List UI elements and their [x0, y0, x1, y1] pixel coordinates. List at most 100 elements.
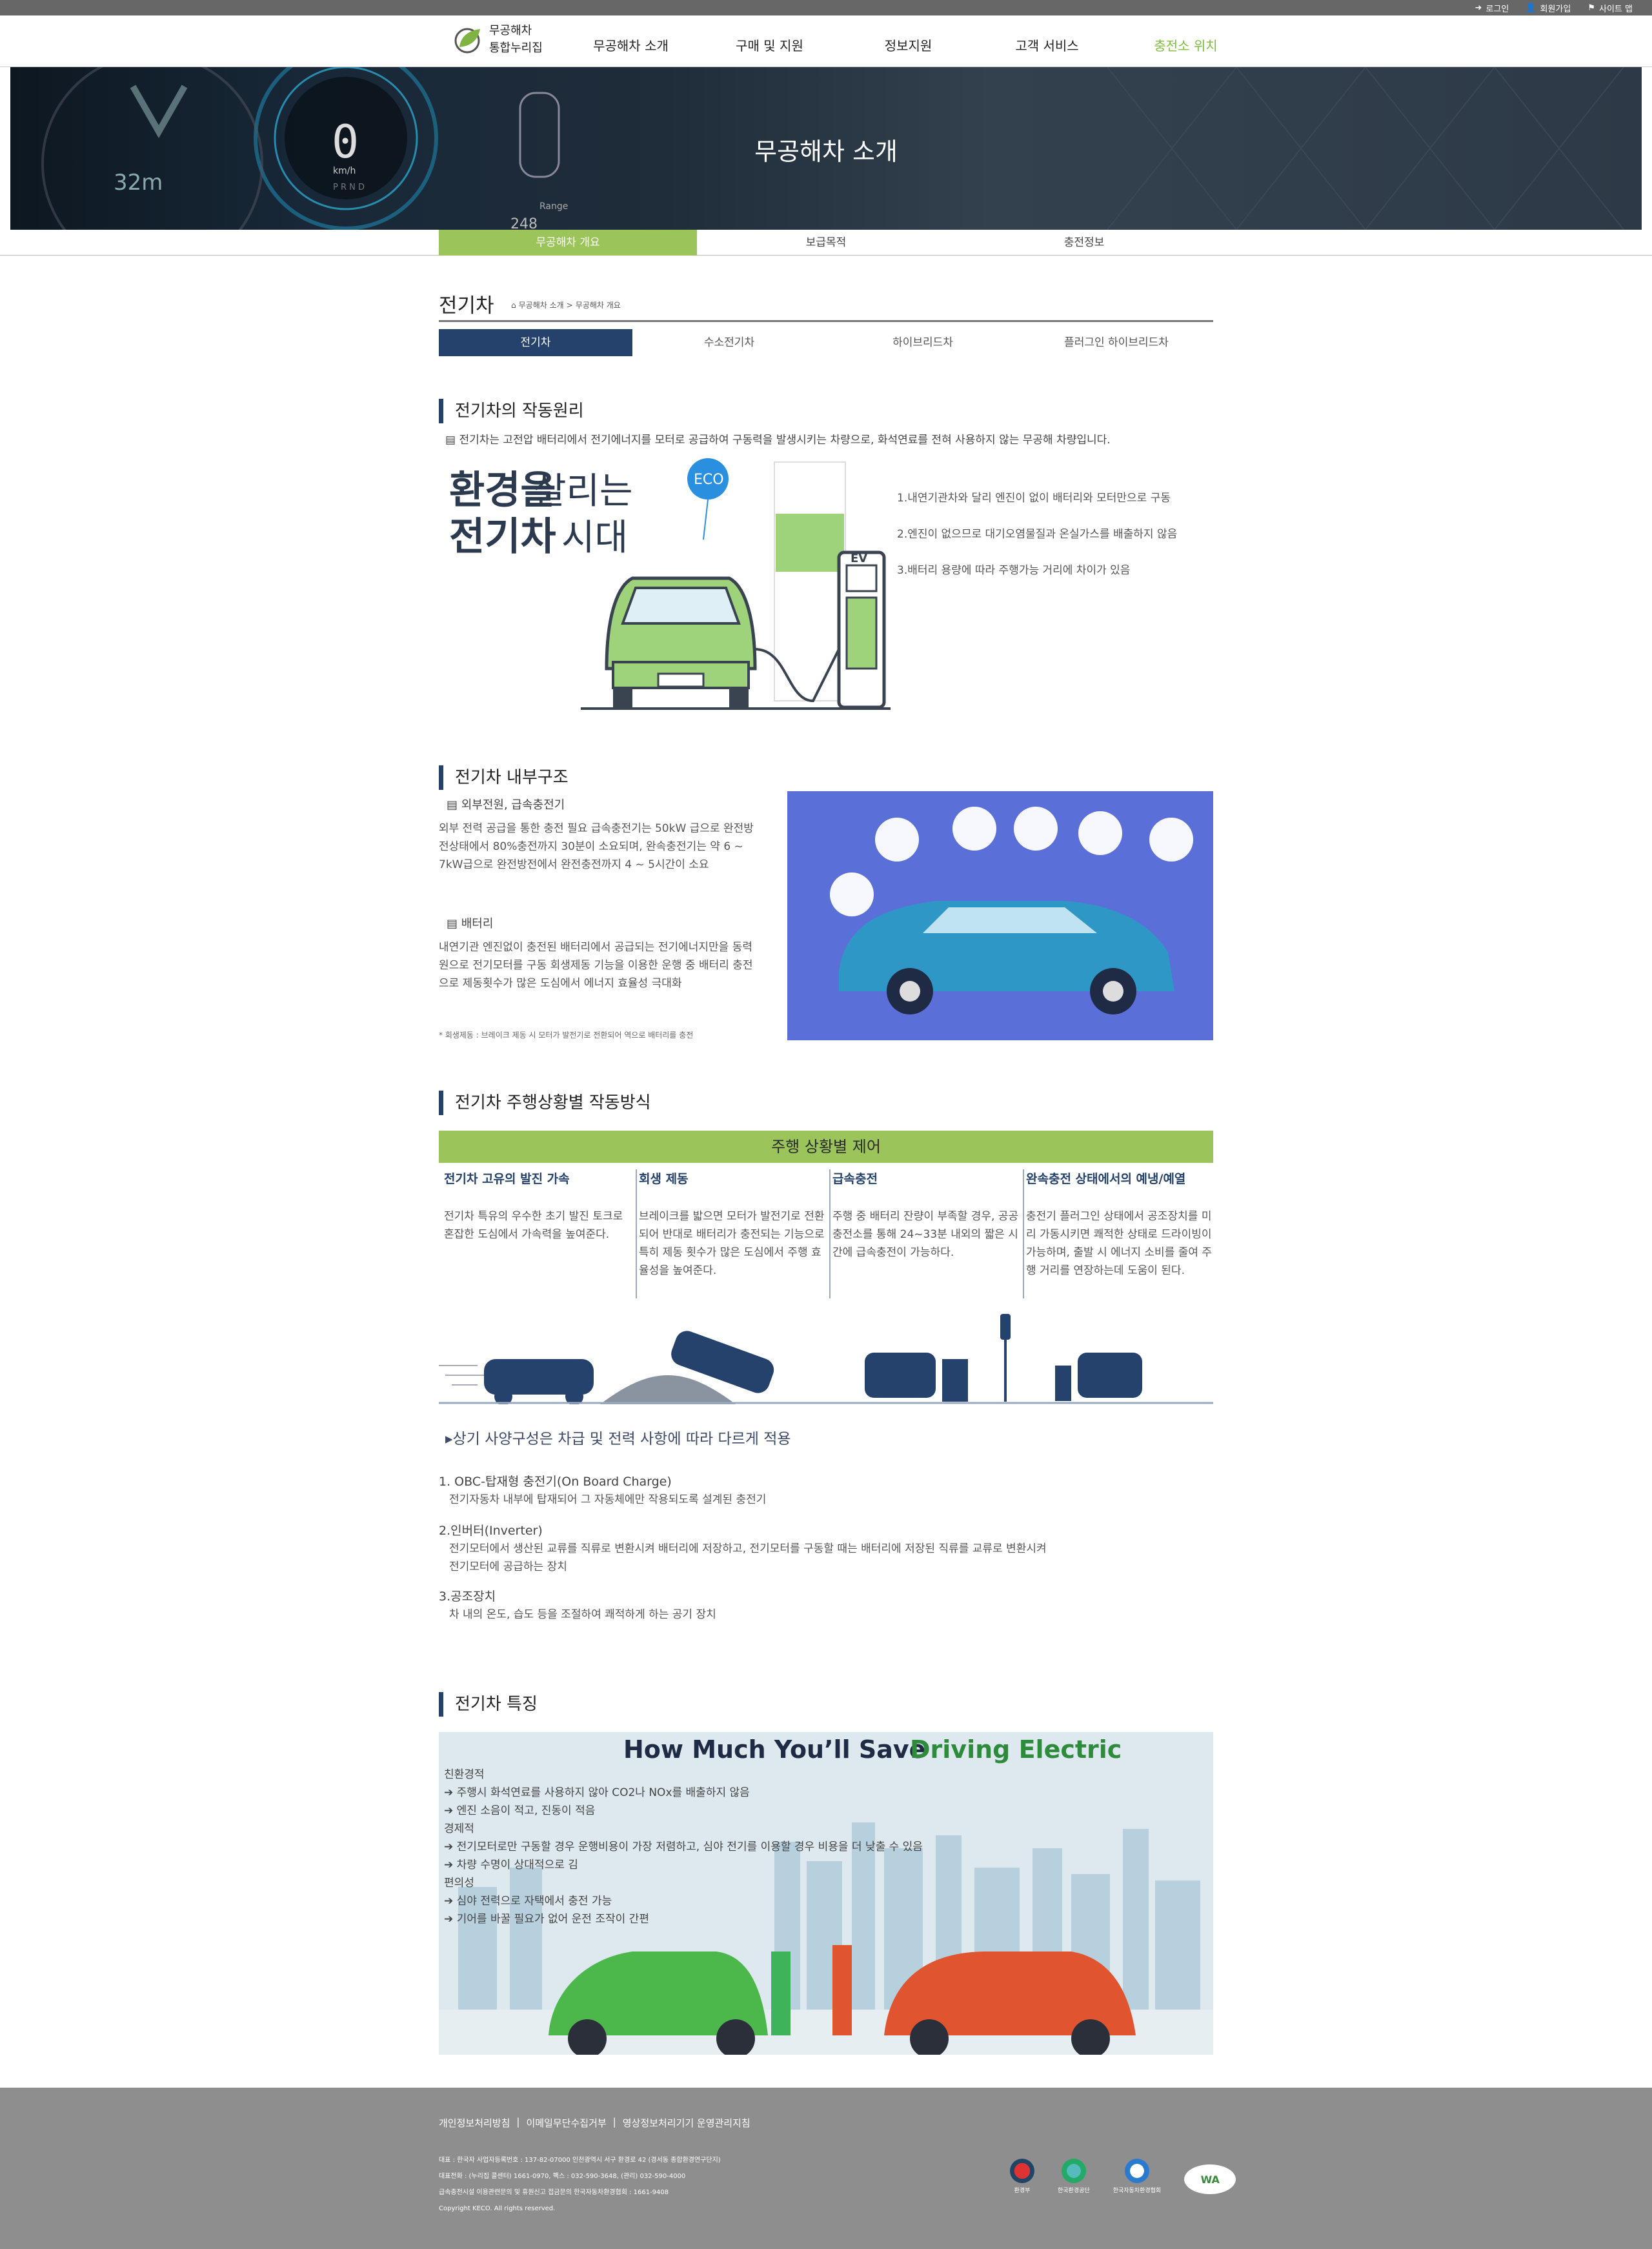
tab-hydrogen[interactable]: 수소전기차 — [632, 329, 826, 356]
site-logo[interactable]: 무공해차 통합누리집 — [452, 22, 543, 57]
driving-control-bar: 주행 상황별 제어 — [439, 1131, 1213, 1163]
list-item: ➔ 엔진 소음이 적고, 진동이 적음 — [444, 1804, 596, 1817]
column-divider — [1023, 1169, 1024, 1298]
hero-title: 무공해차 소개 — [754, 137, 898, 166]
driving-scenes-illustration — [439, 1314, 1213, 1404]
arrow-circle-icon: ➔ — [444, 1859, 454, 1871]
cctv-policy-link[interactable]: 영상정보처리기기 운영관리지침 — [623, 2116, 750, 2130]
feature-group-title: 편의성 — [444, 1877, 474, 1890]
flag-icon: ⚑ — [1587, 3, 1596, 13]
svg-text:Range: Range — [539, 201, 568, 212]
home-icon[interactable]: ⌂ — [511, 301, 516, 310]
section-title-features: 전기차 특징 — [439, 1692, 538, 1717]
top-utility-bar: ➜ 로그인 👤 회원가입 ⚑ 사이트 맵 — [0, 0, 1652, 15]
list-item: ➔ 주행시 화석연료를 사용하지 않아 CO2나 NOx를 배출하지 않음 — [444, 1786, 750, 1799]
sub-nav: 무공해차 개요 보급목적 충전정보 — [0, 230, 1652, 256]
breadcrumb-item[interactable]: 무공해차 소개 — [519, 299, 564, 310]
structure-item1-text: 외부 전력 공급을 통한 충전 필요 급속충전기는 50kW 급으로 완전방전상… — [439, 822, 754, 871]
footer: 개인정보처리방침 | 이메일무단수집거부 | 영상정보처리기기 운영관리지침 대표 … — [0, 2088, 1652, 2249]
svg-text:How Much You’ll Save: How Much You’ll Save — [623, 1735, 925, 1764]
arrow-circle-icon: ➔ — [444, 1895, 454, 1908]
feature-group-title: 친환경적 — [444, 1768, 485, 1781]
svg-text:살리는: 살리는 — [533, 470, 633, 512]
spec-item-inverter: 2.인버터(Inverter) 전기모터에서 생산된 교류를 직류로 변환시켜 … — [439, 1524, 1047, 1573]
list-item: ➔ 기어를 바꿀 필요가 없어 운전 조작이 간편 — [444, 1913, 649, 1926]
logo-line1: 무공해차 — [489, 24, 532, 37]
keco-logo[interactable]: 한국환경공단 — [1058, 2159, 1090, 2194]
structure-note: * 회생제동 : 브레이크 제동 시 모터가 발전기로 전환되어 역으로 배터리… — [439, 1031, 694, 1040]
ev-era-illustration: 환경을 살리는 전기차 시대 ECO EV — [449, 458, 891, 710]
join-link[interactable]: 👤 회원가입 — [1526, 2, 1571, 14]
structure-item1-title: ▤ 외부전원, 급속충전기 — [447, 798, 565, 812]
list-item: 1.내연기관차와 달리 엔진이 없이 배터리와 모터만으로 구동 — [897, 492, 1171, 505]
footer-logos: 환경부 한국환경공단 한국자동차환경협회 WA — [1010, 2159, 1236, 2194]
subnav-charging-info[interactable]: 충전정보 — [955, 230, 1213, 256]
footer-links: 개인정보처리방침 | 이메일무단수집거부 | 영상정보처리기기 운영관리지침 — [439, 2116, 750, 2130]
breadcrumb: ⌂ 무공해차 소개 > 무공해차 개요 — [511, 299, 621, 310]
principle-points: 1.내연기관차와 달리 엔진이 없이 배터리와 모터만으로 구동 2.엔진이 없… — [897, 480, 1177, 589]
column-divider — [829, 1169, 831, 1298]
list-item: ➔ 차량 수명이 상대적으로 김 — [444, 1859, 578, 1871]
nav-item-info[interactable]: 정보지원 — [839, 15, 978, 67]
spec-note: ▸상기 사양구성은 차급 및 전력 사항에 따라 다르게 적용 — [445, 1431, 791, 1447]
header: 무공해차 통합누리집 무공해차 소개 구매 및 지원 정보지원 고객 서비스 충… — [0, 15, 1652, 67]
svg-text:32m: 32m — [114, 170, 163, 196]
svg-text:P R N D: P R N D — [333, 183, 365, 192]
spec-item-obc: 1. OBC-탑재형 충전기(On Board Charge) 전기자동차 내부… — [439, 1475, 767, 1506]
list-item: 2.엔진이 없으므로 대기오염물질과 온실가스를 배출하지 않음 — [897, 528, 1178, 541]
vehicle-tabs: 전기차 수소전기차 하이브리드차 플러그인 하이브리드차 — [439, 329, 1213, 356]
tab-plugin-hybrid[interactable]: 플러그인 하이브리드차 — [1020, 329, 1213, 356]
column-divider — [636, 1169, 637, 1298]
sitemap-link[interactable]: ⚑ 사이트 맵 — [1587, 2, 1633, 14]
page-title: 전기차 — [439, 294, 494, 318]
driving-col-acceleration: 전기차 고유의 발진 가속 전기차 특유의 우수한 초기 발진 토크로 혼잡한 도… — [444, 1172, 623, 1241]
driving-col-regen: 회생 제동 브레이크를 밟으면 모터가 발전기로 전환되어 반대로 배터리가 충전… — [639, 1172, 825, 1277]
chevron-right-icon: > — [566, 300, 573, 310]
driving-col-precondition: 완속충전 상태에서의 예냉/예열 충전기 플러그인 상태에서 공조장치를 미리 가… — [1026, 1172, 1213, 1277]
list-item: ➔ 전기모터로만 구동할 경우 운행비용이 가장 저렴하고, 심야 전기를 이용… — [444, 1841, 923, 1853]
ministry-logo[interactable]: 환경부 — [1010, 2159, 1034, 2194]
main-nav: 무공해차 소개 구매 및 지원 정보지원 고객 서비스 충전소 위치 — [561, 15, 1255, 67]
svg-text:Driving Electric: Driving Electric — [910, 1735, 1122, 1764]
svg-text:ECO: ECO — [694, 472, 724, 488]
arrow-circle-icon: ➔ — [444, 1804, 454, 1817]
section-title-structure: 전기차 내부구조 — [439, 765, 569, 790]
document-icon: ▤ — [447, 798, 458, 812]
nav-item-intro[interactable]: 무공해차 소개 — [561, 15, 700, 67]
structure-item2-title: ▤ 배터리 — [447, 917, 494, 931]
svg-text:전기차: 전기차 — [449, 514, 556, 560]
features-list: 친환경적 ➔ 주행시 화석연료를 사용하지 않아 CO2나 NOx를 배출하지 … — [444, 1766, 923, 1928]
document-icon: ▤ — [445, 434, 456, 447]
list-item: ➔ 심야 전력으로 자택에서 충전 가능 — [444, 1895, 612, 1908]
email-refusal-link[interactable]: 이메일무단수집거부 — [526, 2116, 606, 2130]
section-title-principle: 전기차의 작동원리 — [439, 399, 584, 423]
login-link[interactable]: ➜ 로그인 — [1475, 2, 1509, 14]
feature-group-title: 경제적 — [444, 1822, 474, 1835]
tab-ev[interactable]: 전기차 — [439, 329, 632, 356]
subnav-purpose[interactable]: 보급목적 — [697, 230, 955, 256]
kaea-logo[interactable]: 한국자동차환경협회 — [1113, 2159, 1161, 2194]
section-title-driving: 전기차 주행상황별 작동방식 — [439, 1091, 651, 1115]
subnav-overview[interactable]: 무공해차 개요 — [439, 230, 697, 256]
title-divider — [439, 320, 1213, 322]
nav-item-customer[interactable]: 고객 서비스 — [978, 15, 1116, 67]
arrow-circle-icon: ➔ — [444, 1786, 454, 1799]
svg-text:248: 248 — [510, 216, 538, 230]
tab-hybrid[interactable]: 하이브리드차 — [826, 329, 1020, 356]
privacy-policy-link[interactable]: 개인정보처리방침 — [439, 2116, 510, 2130]
ev-structure-illustration — [787, 791, 1213, 1040]
arrow-circle-icon: ➔ — [444, 1841, 454, 1853]
footer-info: 대표 : 한국자 사업자등록번호 : 137-82-07000 인천광역시 서구… — [439, 2157, 721, 2212]
nav-item-charging[interactable]: 충전소 위치 — [1116, 15, 1255, 67]
list-item: 3.배터리 용량에 따라 주행가능 거리에 차이가 있음 — [897, 564, 1131, 577]
document-icon: ▤ — [447, 917, 458, 931]
driving-col-fastcharge: 급속충전 주행 중 배터리 잔량이 부족할 경우, 공공 충전소를 통해 24~3… — [832, 1172, 1019, 1259]
wa-logo[interactable]: WA — [1184, 2164, 1236, 2194]
nav-item-purchase[interactable]: 구매 및 지원 — [700, 15, 839, 67]
breadcrumb-item[interactable]: 무공해차 개요 — [576, 299, 621, 310]
logo-line2: 통합누리집 — [489, 41, 543, 55]
user-plus-icon: 👤 — [1526, 3, 1536, 13]
leaf-logo-icon — [454, 28, 480, 54]
svg-text:EV: EV — [851, 552, 867, 565]
svg-text:km/h: km/h — [333, 166, 356, 176]
